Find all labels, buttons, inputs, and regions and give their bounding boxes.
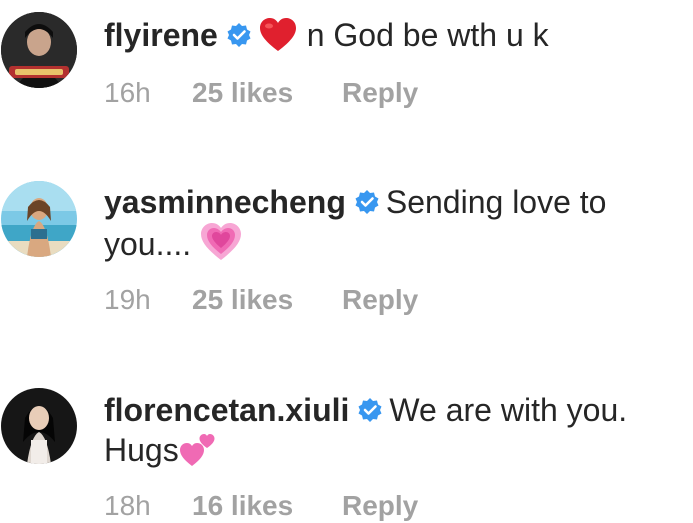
likes-count[interactable]: 25 likes — [192, 77, 342, 109]
two-hearts-icon — [179, 432, 215, 468]
comment-meta: 18h 16 likes Reply — [104, 490, 418, 522]
avatar[interactable] — [1, 181, 77, 257]
comment-body: yasminnecheng Sending love to you.... — [104, 182, 685, 264]
username[interactable]: yasminnecheng — [104, 184, 346, 220]
comment-body: florencetan.xiuli We are with you. Hugs — [104, 390, 685, 470]
avatar[interactable] — [1, 388, 77, 464]
avatar[interactable] — [1, 12, 77, 88]
likes-count[interactable]: 16 likes — [192, 490, 342, 522]
reply-button[interactable]: Reply — [342, 284, 418, 316]
username[interactable]: florencetan.xiuli — [104, 392, 349, 428]
comment-meta: 19h 25 likes Reply — [104, 284, 418, 316]
comment-text: n God be wth u k — [306, 17, 549, 53]
growing-heart-icon — [200, 222, 242, 262]
verified-badge-icon — [226, 22, 252, 48]
verified-badge-icon — [357, 397, 383, 423]
likes-count[interactable]: 25 likes — [192, 284, 342, 316]
timestamp: 16h — [104, 77, 151, 108]
reply-button[interactable]: Reply — [342, 490, 418, 522]
red-heart-icon — [258, 17, 298, 53]
username[interactable]: flyirene — [104, 17, 218, 53]
comment-body: flyirene n God be wth u k — [104, 15, 685, 55]
timestamp: 18h — [104, 490, 151, 521]
verified-badge-icon — [354, 189, 380, 215]
timestamp: 19h — [104, 284, 151, 315]
comment-meta: 16h 25 likes Reply — [104, 77, 418, 109]
reply-button[interactable]: Reply — [342, 77, 418, 109]
